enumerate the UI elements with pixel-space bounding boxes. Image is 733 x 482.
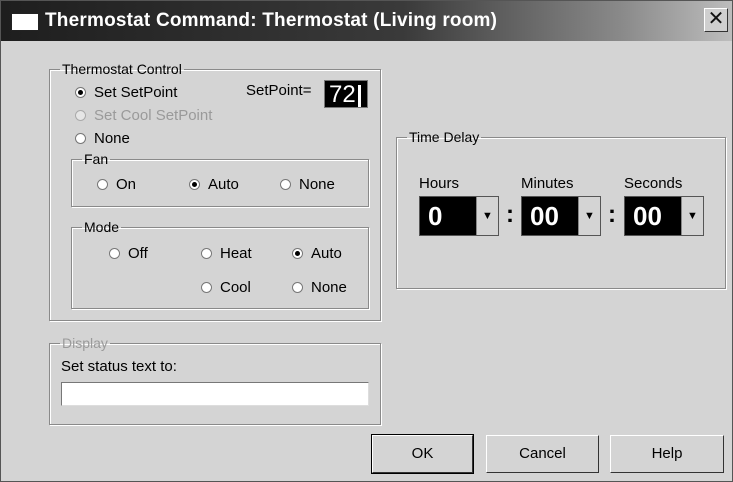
fan-none-radio[interactable]: None [280,176,335,193]
fan-auto-radio[interactable]: Auto [189,176,239,193]
radio-set-setpoint[interactable]: Set SetPoint [75,84,177,101]
minutes-label: Minutes [521,175,574,192]
radio-label: Set Cool SetPoint [94,107,213,124]
chevron-down-icon[interactable]: ▼ [578,197,600,235]
hours-value: 0 [420,197,478,235]
radio-indicator [75,110,86,121]
radio-indicator [75,133,86,144]
text-caret [357,84,361,107]
radio-label: None [299,176,335,193]
radio-label: None [311,279,347,296]
chevron-down-icon[interactable]: ▼ [681,197,703,235]
hours-dropdown[interactable]: 0 ▼ [419,196,499,236]
mode-legend: Mode [84,219,120,235]
hours-label: Hours [419,175,460,192]
radio-indicator [97,179,108,190]
radio-label: On [116,176,137,193]
radio-indicator [201,248,212,259]
setpoint-input[interactable]: 72 [324,80,368,108]
radio-set-cool-setpoint[interactable]: Set Cool SetPoint [75,107,212,124]
title-bar: Thermostat Command: Thermostat (Living r… [1,1,732,41]
radio-indicator [280,179,291,190]
radio-label: Off [128,245,148,262]
radio-indicator [201,282,212,293]
fan-legend: Fan [84,151,109,167]
mode-heat-radio[interactable]: Heat [201,245,252,262]
chevron-down-icon[interactable]: ▼ [476,197,498,235]
time-separator: : [506,201,514,228]
time-delay-legend: Time Delay [409,129,480,145]
mode-auto-radio[interactable]: Auto [292,245,342,262]
seconds-dropdown[interactable]: 00 ▼ [624,196,704,236]
seconds-value: 00 [625,197,683,235]
radio-label: Cool [220,279,251,296]
time-separator: : [608,201,616,228]
cancel-button[interactable]: Cancel [486,435,599,473]
setpoint-label: SetPoint= [246,82,312,99]
status-text-label: Set status text to: [61,358,177,375]
radio-indicator [189,179,200,190]
fan-on-radio[interactable]: On [97,176,136,193]
display-legend: Display [62,335,108,351]
mode-off-radio[interactable]: Off [109,245,148,262]
radio-label: Heat [220,245,252,262]
minutes-value: 00 [522,197,580,235]
radio-label: Set SetPoint [94,84,178,101]
radio-none[interactable]: None [75,130,130,147]
setpoint-value: 72 [329,81,356,108]
minutes-dropdown[interactable]: 00 ▼ [521,196,601,236]
ok-button[interactable]: OK [371,434,474,474]
help-button[interactable]: Help [610,435,724,473]
radio-label: Auto [311,245,342,262]
close-button[interactable]: ✕ [704,8,728,32]
thermostat-command-dialog: Thermostat Command: Thermostat (Living r… [0,0,733,482]
seconds-label: Seconds [624,175,683,192]
radio-indicator [75,87,86,98]
radio-indicator [292,248,303,259]
mode-cool-radio[interactable]: Cool [201,279,251,296]
thermostat-control-legend: Thermostat Control [62,61,182,77]
radio-indicator [109,248,120,259]
radio-label: Auto [208,176,239,193]
mode-none-radio[interactable]: None [292,279,347,296]
window-icon [11,13,39,31]
radio-label: None [94,130,130,147]
window-title: Thermostat Command: Thermostat (Living r… [45,10,498,31]
radio-indicator [292,282,303,293]
status-text-input[interactable] [61,382,369,406]
display-group: Display [49,335,381,425]
